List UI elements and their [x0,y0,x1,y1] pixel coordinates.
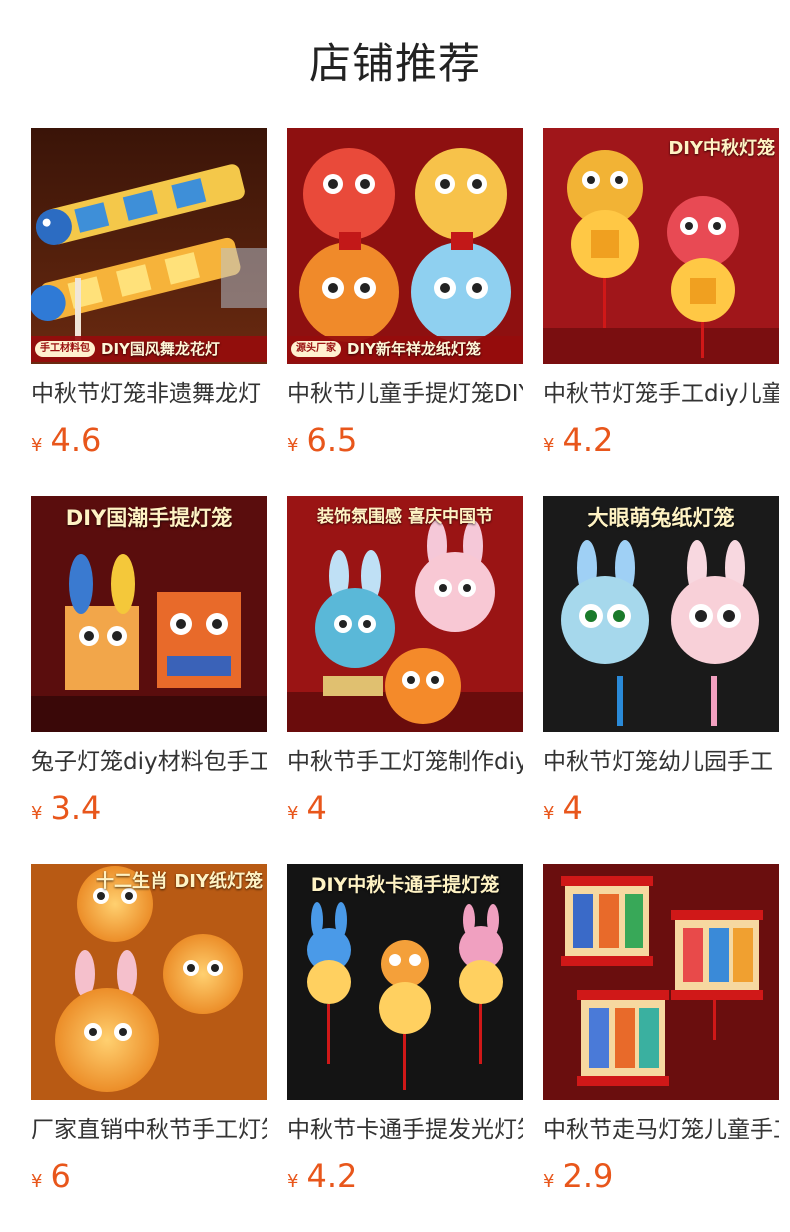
image-caption: 大眼萌兔纸灯笼 [587,506,735,530]
product-image[interactable]: DIY中秋灯笼 [543,128,779,364]
image-caption: DIY中秋卡通手提灯笼 [310,874,500,896]
dragon-head-lanterns-image [287,128,523,364]
price-amount: 6.5 [306,421,358,459]
price-amount: 4 [306,789,327,827]
product-price: ¥6.5 [287,420,523,460]
image-tag: 源头厂家 [291,341,341,357]
currency-symbol: ¥ [543,1171,555,1192]
currency-symbol: ¥ [543,435,555,456]
product-price: ¥4.2 [287,1156,523,1196]
product-card[interactable]: DIY中秋灯笼 中秋节灯笼手工diy儿童 ¥4.2 [543,128,779,496]
product-card[interactable]: 十二生肖 DIY纸灯笼 厂家直销中秋节手工灯笼 ¥6 [31,864,267,1232]
product-price: ¥2.9 [543,1156,779,1196]
product-title[interactable]: 中秋节儿童手提灯笼DIY [287,378,523,410]
price-amount: 4.6 [50,421,102,459]
page-title: 店铺推荐 [308,39,481,88]
product-price: ¥4.6 [31,420,267,460]
image-caption: DIY国风舞龙花灯 [101,340,220,358]
mid-autumn-lanterns-image [543,128,779,364]
currency-symbol: ¥ [543,803,555,824]
product-title[interactable]: 中秋节灯笼幼儿园手工 [543,746,779,778]
price-amount: 3.4 [50,789,102,827]
product-price: ¥4 [543,788,779,828]
product-title[interactable]: 中秋节走马灯笼儿童手工 [543,1114,779,1146]
cartoon-hand-lanterns-image [287,864,523,1100]
product-card[interactable]: 源头厂家 DIY新年祥龙纸灯笼 中秋节儿童手提灯笼DIY ¥6.5 [287,128,523,496]
product-card[interactable]: 装饰氛围感 喜庆中国节 中秋节手工灯笼制作diy ¥4 [287,496,523,864]
price-amount: 2.9 [562,1157,614,1195]
image-caption: DIY中秋灯笼 [668,138,775,159]
product-card[interactable]: DIY国潮手提灯笼 兔子灯笼diy材料包手工 ¥3.4 [31,496,267,864]
product-title[interactable]: 厂家直销中秋节手工灯笼 [31,1114,267,1146]
image-tag: 手工材料包 [35,341,95,357]
image-caption-bar: 手工材料包 DIY国风舞龙花灯 [31,336,267,362]
product-image[interactable]: 手工材料包 DIY国风舞龙花灯 [31,128,267,364]
product-title[interactable]: 兔子灯笼diy材料包手工 [31,746,267,778]
product-card[interactable]: 大眼萌兔纸灯笼 中秋节灯笼幼儿园手工 ¥4 [543,496,779,864]
price-amount: 6 [50,1157,71,1195]
product-price: ¥4 [287,788,523,828]
currency-symbol: ¥ [31,1171,43,1192]
dragon-lantern-image [31,128,267,364]
currency-symbol: ¥ [287,1171,299,1192]
currency-symbol: ¥ [31,803,43,824]
product-image[interactable]: DIY中秋卡通手提灯笼 [287,864,523,1100]
price-amount: 4 [562,789,583,827]
product-card[interactable]: 中秋节走马灯笼儿童手工 ¥2.9 [543,864,779,1232]
product-image[interactable]: 大眼萌兔纸灯笼 [543,496,779,732]
product-image[interactable]: 十二生肖 DIY纸灯笼 [31,864,267,1100]
currency-symbol: ¥ [287,435,299,456]
store-recommendations-page: 店铺推荐 手工材料包 DIY国风舞龙花灯 中秋节灯笼非遗舞龙灯 ¥ 4.6 源头… [0,0,790,1232]
image-caption: 装饰氛围感 喜庆中国节 [317,507,493,527]
product-card[interactable]: 手工材料包 DIY国风舞龙花灯 中秋节灯笼非遗舞龙灯 ¥4.6 [31,128,267,496]
product-image[interactable]: DIY国潮手提灯笼 [31,496,267,732]
revolving-lanterns-image [543,864,779,1100]
image-caption-bar: 源头厂家 DIY新年祥龙纸灯笼 [287,336,523,362]
image-caption: DIY国潮手提灯笼 [65,506,233,530]
product-title[interactable]: 中秋节手工灯笼制作diy [287,746,523,778]
price-amount: 4.2 [562,421,614,459]
product-title[interactable]: 中秋节卡通手提发光灯笼 [287,1114,523,1146]
product-image[interactable]: 源头厂家 DIY新年祥龙纸灯笼 [287,128,523,364]
bunny-lanterns-image [287,496,523,732]
product-image[interactable]: 装饰氛围感 喜庆中国节 [287,496,523,732]
product-price: ¥4.2 [543,420,779,460]
product-title[interactable]: 中秋节灯笼非遗舞龙灯 [31,378,267,410]
currency-symbol: ¥ [31,435,43,456]
product-price: ¥3.4 [31,788,267,828]
currency-symbol: ¥ [287,803,299,824]
image-caption: 十二生肖 DIY纸灯笼 [96,871,263,892]
zodiac-lanterns-image [31,864,267,1100]
product-grid: 手工材料包 DIY国风舞龙花灯 中秋节灯笼非遗舞龙灯 ¥4.6 源头厂家 DIY… [31,128,779,1232]
price-amount: 4.2 [306,1157,358,1195]
product-price: ¥6 [31,1156,267,1196]
image-caption: DIY新年祥龙纸灯笼 [347,340,481,358]
product-title[interactable]: 中秋节灯笼手工diy儿童 [543,378,779,410]
product-image[interactable] [543,864,779,1100]
product-card[interactable]: DIY中秋卡通手提灯笼 中秋节卡通手提发光灯笼 ¥4.2 [287,864,523,1232]
